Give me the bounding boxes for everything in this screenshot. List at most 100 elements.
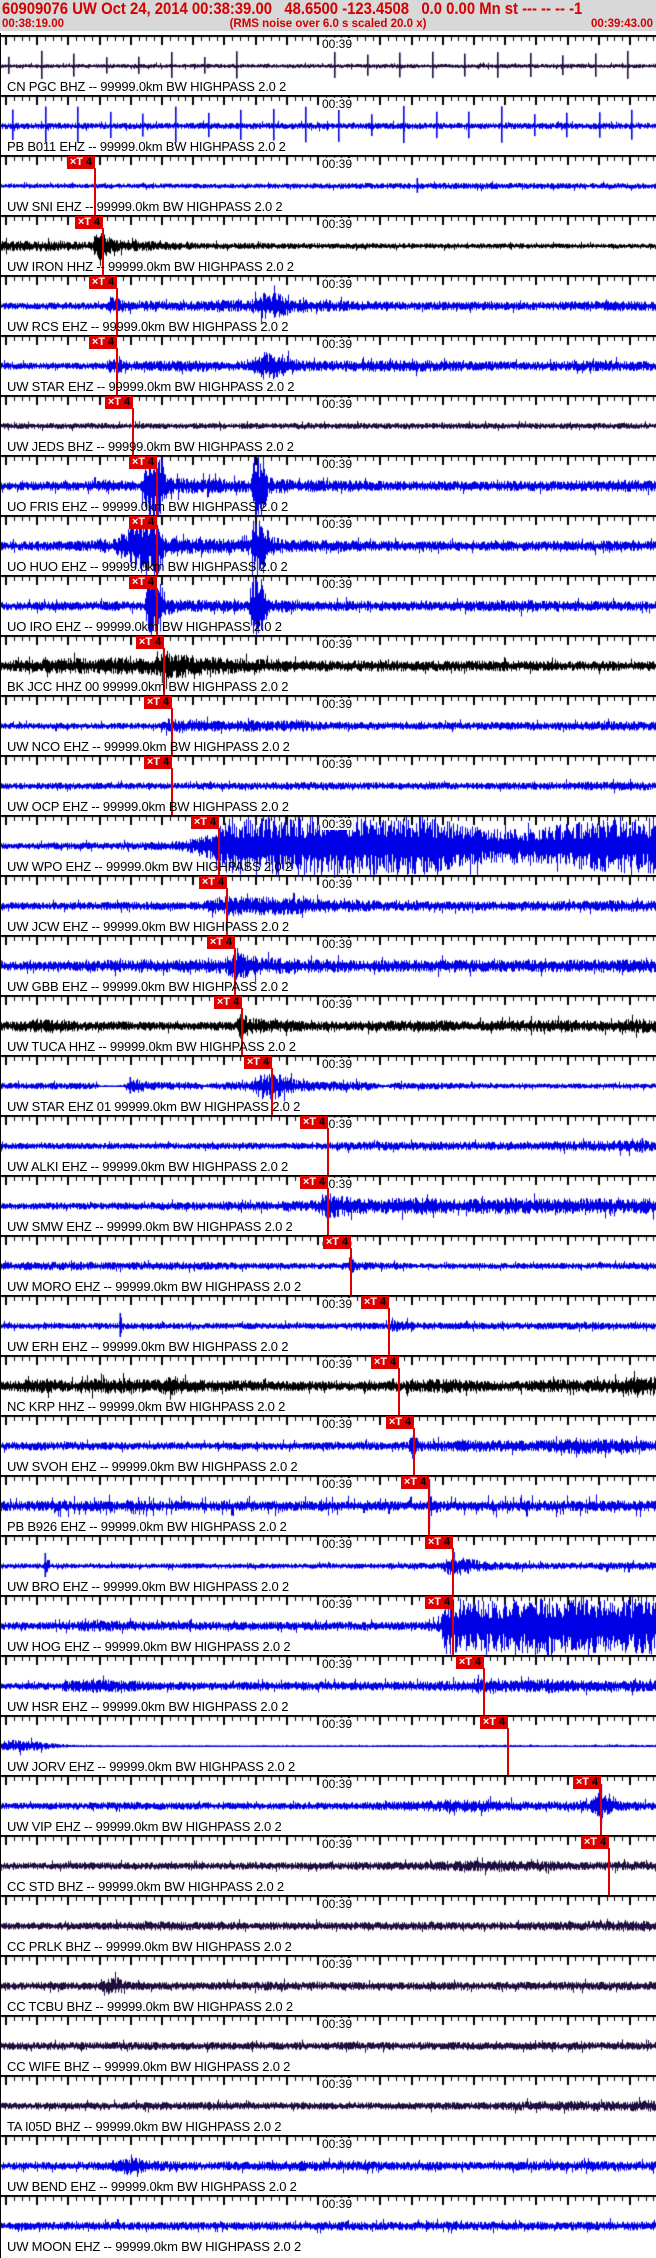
station-label: UW JEDS BHZ -- 99999.0km BW HIGHPASS 2.0… (7, 439, 294, 454)
pick-number: 4 (600, 1836, 607, 1848)
pick-number: 4 (86, 156, 93, 168)
trace-block: 00:39 ×T 4 UW RCS EHZ -- 99999.0km BW HIG… (0, 275, 656, 335)
pick-flag[interactable]: ×T 4 (136, 636, 164, 649)
pick-flag[interactable]: ×T 4 (129, 516, 157, 529)
time-tick-label: 00:39 (321, 2017, 354, 2031)
pick-line (483, 1668, 485, 1715)
pick-number: 4 (163, 756, 170, 768)
pick-line (452, 1608, 454, 1655)
pick-line (608, 1848, 610, 1895)
pick-phase: ×T (201, 876, 216, 888)
pick-flag[interactable]: ×T 4 (581, 1836, 609, 1849)
pick-phase: ×T (138, 636, 153, 648)
station-label: UW BRO EHZ -- 99999.0km BW HIGHPASS 2.0 … (7, 1579, 289, 1594)
station-label: TA I05D BHZ -- 99999.0km BW HIGHPASS 2.0… (7, 2119, 282, 2134)
trace-block: 00:39 ×T 4 UW BRO EHZ -- 99999.0km BW HIG… (0, 1535, 656, 1595)
pick-flag[interactable]: ×T 4 (361, 1296, 389, 1309)
station-label: CC TCBU BHZ -- 99999.0km BW HIGHPASS 2.0… (7, 1999, 293, 2014)
pick-flag[interactable]: ×T 4 (89, 276, 117, 289)
station-label: UW SVOH EHZ -- 99999.0km BW HIGHPASS 2.0… (7, 1459, 298, 1474)
trace-block: 00:39 ×T 4 NC KRP HHZ -- 99999.0km BW HIG… (0, 1355, 656, 1415)
station-label: UW HSR EHZ -- 99999.0km BW HIGHPASS 2.0 … (7, 1699, 289, 1714)
pick-number: 4 (420, 1476, 427, 1488)
trace-block: 00:39 ×T 4 UW IRON HHZ -- 99999.0km BW HI… (0, 215, 656, 275)
pick-flag[interactable]: ×T 4 (199, 876, 227, 889)
trace-block: 00:39 ×T 4 UW STAR EHZ -- 99999.0km BW HI… (0, 335, 656, 395)
station-label: UW OCP EHZ -- 99999.0km BW HIGHPASS 2.0 … (7, 799, 289, 814)
pick-flag[interactable]: ×T 4 (425, 1596, 453, 1609)
pick-flag[interactable]: ×T 4 (386, 1416, 414, 1429)
time-tick-label: 00:39 (321, 997, 354, 1011)
time-tick-label: 00:39 (321, 1897, 354, 1911)
trace-block: 00:39 PB B011 EHZ -- 99999.0km BW HIGHPA… (0, 95, 656, 155)
station-label: UO HUO EHZ -- 99999.0km BW HIGHPASS 2.0 … (7, 559, 288, 574)
station-label: UW MOON EHZ -- 99999.0km BW HIGHPASS 2.0… (7, 2239, 302, 2254)
pick-flag[interactable]: ×T 4 (129, 576, 157, 589)
time-tick-label: 00:39 (321, 1357, 354, 1371)
pick-flag[interactable]: ×T 4 (401, 1476, 429, 1489)
trace-block: 00:39 ×T 4 UW SMW EHZ -- 99999.0km BW HIG… (0, 1175, 656, 1235)
pick-flag[interactable]: ×T 4 (300, 1176, 328, 1189)
pick-phase: ×T (302, 1176, 317, 1188)
pick-line (327, 1188, 329, 1235)
trace-block: 00:39 ×T 4 UW JORV EHZ -- 99999.0km BW HI… (0, 1715, 656, 1775)
pick-line (327, 1128, 329, 1175)
trace-block: 00:39 ×T 4 BK JCC HHZ 00 99999.0km BW HIG… (0, 635, 656, 695)
pick-flag[interactable]: ×T 4 (89, 336, 117, 349)
pick-flag[interactable]: ×T 4 (67, 156, 95, 169)
pick-phase: ×T (77, 216, 92, 228)
time-tick-label: 00:39 (321, 1297, 354, 1311)
station-label: PB B926 EHZ -- 99999.0km BW HIGHPASS 2.0… (7, 1519, 287, 1534)
pick-flag[interactable]: ×T 4 (573, 1776, 601, 1789)
pick-flag[interactable]: ×T 4 (323, 1236, 351, 1249)
station-label: UW WPO EHZ -- 99999.0km BW HIGHPASS 2.0 … (7, 859, 292, 874)
trace-block: 00:39 CC WIFE BHZ -- 99999.0km BW HIGHPA… (0, 2015, 656, 2075)
pick-flag[interactable]: ×T 4 (480, 1716, 508, 1729)
pick-number: 4 (155, 636, 162, 648)
time-tick-label: 00:39 (321, 217, 354, 231)
pick-flag[interactable]: ×T 4 (144, 756, 172, 769)
pick-number: 4 (218, 876, 225, 888)
time-tick-label: 00:39 (321, 397, 354, 411)
pick-line (507, 1728, 509, 1775)
pick-number: 4 (380, 1296, 387, 1308)
trace-block: 00:39 ×T 4 UO FRIS EHZ -- 99999.0km BW HI… (0, 455, 656, 515)
trace-block: 00:39 ×T 4 UO IRO EHZ -- 99999.0km BW HIG… (0, 575, 656, 635)
pick-number: 4 (148, 456, 155, 468)
trace-block: 00:39 CN PGC BHZ -- 99999.0km BW HIGHPAS… (0, 35, 656, 95)
station-label: UW HOG EHZ -- 99999.0km BW HIGHPASS 2.0 … (7, 1639, 291, 1654)
pick-flag[interactable]: ×T 4 (456, 1656, 484, 1669)
time-tick-label: 00:39 (321, 157, 354, 171)
time-tick-label: 00:39 (321, 37, 354, 51)
pick-flag[interactable]: ×T 4 (75, 216, 103, 229)
pick-flag[interactable]: ×T 4 (191, 816, 219, 829)
station-label: UW JCW EHZ -- 99999.0km BW HIGHPASS 2.0 … (7, 919, 289, 934)
pick-phase: ×T (403, 1476, 418, 1488)
time-tick-label: 00:39 (321, 877, 354, 891)
pick-line (398, 1368, 400, 1415)
pick-phase: ×T (69, 156, 84, 168)
time-tick-label: 00:39 (321, 1777, 354, 1791)
station-label: UW GBB EHZ -- 99999.0km BW HIGHPASS 2.0 … (7, 979, 289, 994)
pick-phase: ×T (427, 1536, 442, 1548)
pick-phase: ×T (107, 396, 122, 408)
station-label: UW ALKI EHZ -- 99999.0km BW HIGHPASS 2.0… (7, 1159, 289, 1174)
trace-block: 00:39 ×T 4 UW SNI EHZ -- 99999.0km BW HIG… (0, 155, 656, 215)
pick-number: 4 (319, 1176, 326, 1188)
pick-flag[interactable]: ×T 4 (244, 1056, 272, 1069)
pick-flag[interactable]: ×T 4 (371, 1356, 399, 1369)
pick-flag[interactable]: ×T 4 (129, 456, 157, 469)
pick-number: 4 (163, 696, 170, 708)
station-label: UW VIP EHZ -- 99999.0km BW HIGHPASS 2.0 … (7, 1819, 282, 1834)
pick-flag[interactable]: ×T 4 (207, 936, 235, 949)
pick-flag[interactable]: ×T 4 (425, 1536, 453, 1549)
pick-flag[interactable]: ×T 4 (214, 996, 242, 1009)
trace-block: 00:39 ×T 4 CC STD BHZ -- 99999.0km BW HIG… (0, 1835, 656, 1895)
pick-number: 4 (148, 516, 155, 528)
pick-flag[interactable]: ×T 4 (144, 696, 172, 709)
pick-flag[interactable]: ×T 4 (105, 396, 133, 409)
trace-block: 00:39 ×T 4 UW HSR EHZ -- 99999.0km BW HIG… (0, 1655, 656, 1715)
pick-flag[interactable]: ×T 4 (300, 1116, 328, 1129)
pick-phase: ×T (131, 576, 146, 588)
time-tick-label: 00:39 (321, 697, 354, 711)
